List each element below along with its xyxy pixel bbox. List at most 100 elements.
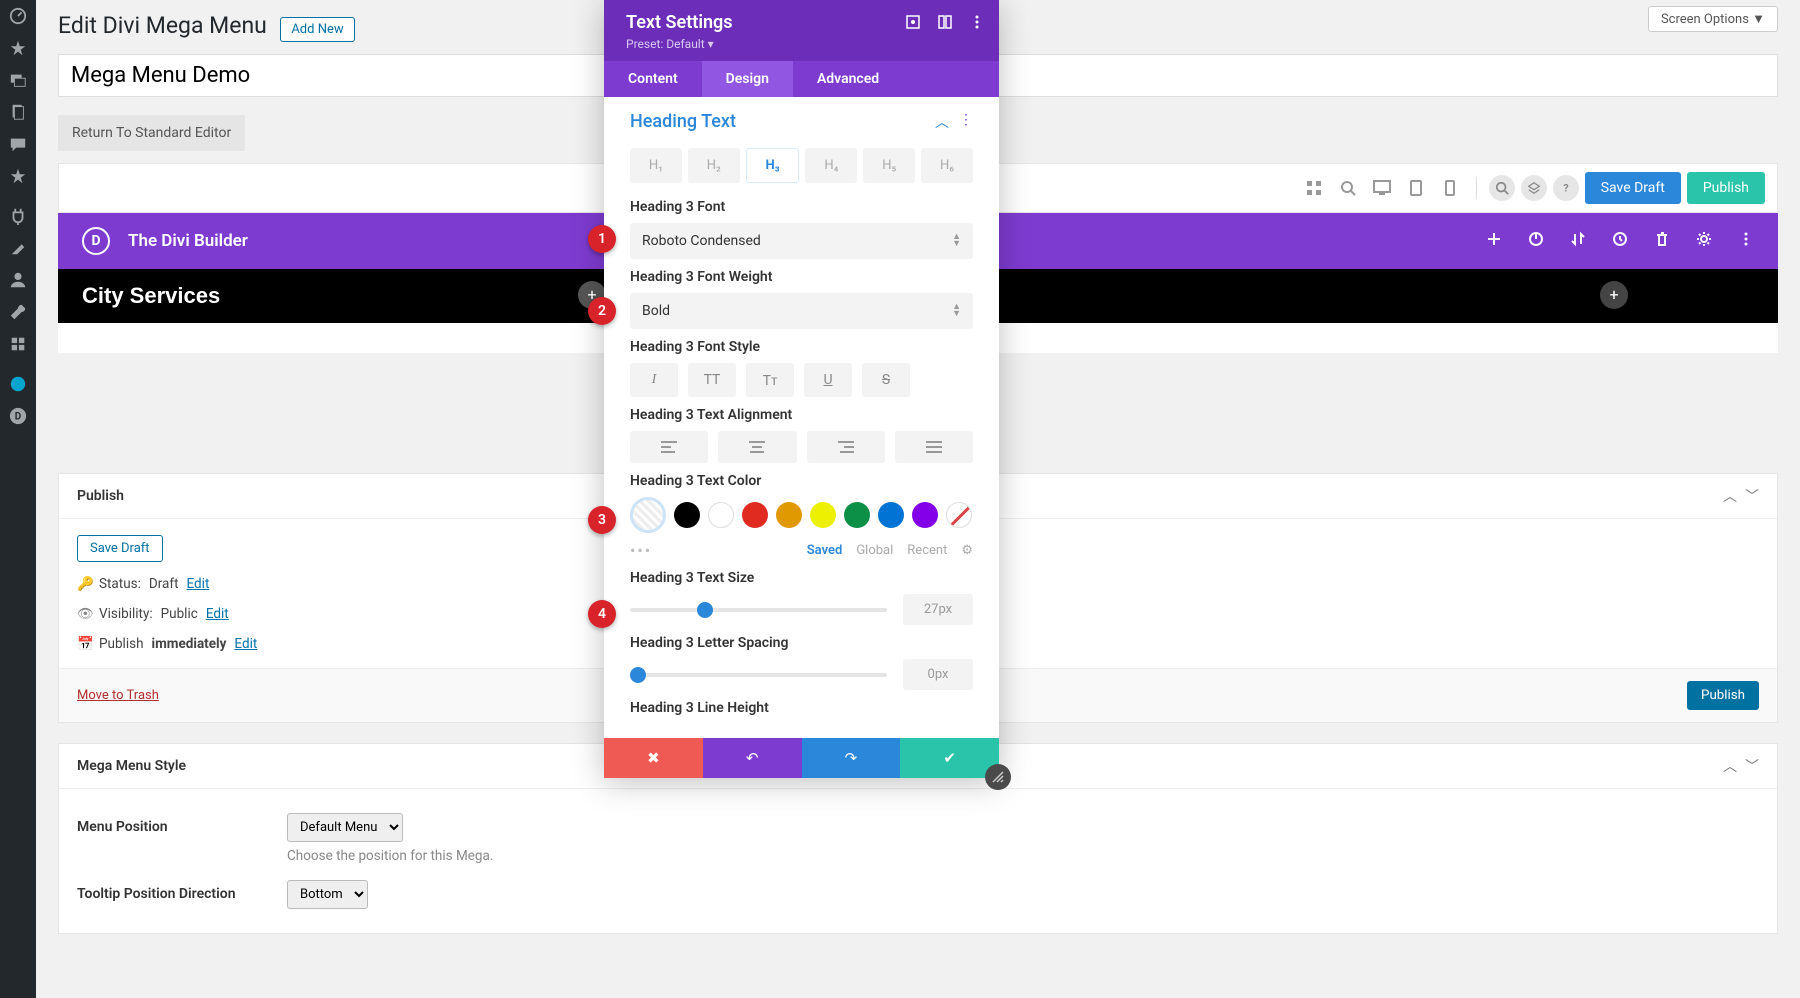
swatch-4[interactable]	[810, 502, 836, 528]
help-icon[interactable]: ?	[1553, 175, 1579, 201]
plugins-icon[interactable]	[0, 200, 36, 232]
heading-h1[interactable]: H₁	[630, 148, 682, 183]
swatch-5[interactable]	[844, 502, 870, 528]
phone-icon[interactable]	[1436, 174, 1464, 202]
users-icon[interactable]	[0, 264, 36, 296]
swatch-gear-icon[interactable]: ⚙	[961, 543, 973, 558]
search-circle-icon[interactable]	[1489, 175, 1515, 201]
swatch-tab-saved[interactable]: Saved	[807, 543, 843, 558]
swatch-tab-recent[interactable]: Recent	[907, 543, 947, 558]
undo-button[interactable]: ↶	[703, 738, 802, 778]
save-draft-button[interactable]: Save Draft	[1585, 172, 1681, 204]
zoom-icon[interactable]	[1334, 174, 1362, 202]
power-icon[interactable]	[1528, 231, 1544, 251]
swatch-current[interactable]	[630, 497, 666, 533]
metabox-collapse-up-icon[interactable]: ︿	[1723, 486, 1737, 506]
move-to-trash-link[interactable]: Move to Trash	[77, 688, 159, 703]
layers-icon[interactable]	[1521, 175, 1547, 201]
tools-icon[interactable]	[0, 296, 36, 328]
font-select[interactable]: Roboto Condensed▲▼	[630, 223, 973, 259]
toggle-heading-text[interactable]: Heading Text	[630, 111, 736, 132]
publish-button[interactable]: Publish	[1687, 172, 1765, 204]
style-italic-button[interactable]: I	[630, 363, 678, 397]
tablet-icon[interactable]	[1402, 174, 1430, 202]
colored-icon[interactable]	[0, 368, 36, 400]
align-center-button[interactable]	[718, 431, 796, 463]
appearance-icon[interactable]	[0, 232, 36, 264]
heading-h5[interactable]: H₅	[863, 148, 915, 183]
style-uppercase-button[interactable]: TT	[688, 363, 736, 397]
sort-icon[interactable]	[1570, 231, 1586, 251]
style-strike-button[interactable]: S	[862, 363, 910, 397]
swatch-tab-global[interactable]: Global	[856, 543, 893, 558]
size-value[interactable]: 27px	[903, 594, 973, 625]
screen-options-button[interactable]: Screen Options ▼	[1648, 6, 1778, 32]
swatch-more-icon[interactable]: •••	[630, 541, 652, 560]
comments-icon[interactable]	[0, 128, 36, 160]
tooltip-dir-select[interactable]: Bottom	[287, 880, 368, 909]
collapse-toggle-icon[interactable]: ︿	[935, 112, 949, 132]
publishbox-publish-button[interactable]: Publish	[1687, 681, 1759, 710]
swatch-2[interactable]	[742, 502, 768, 528]
add-module-right[interactable]: +	[1600, 281, 1628, 309]
heading-h2[interactable]: H₂	[688, 148, 740, 183]
menu-position-help: Choose the position for this Mega.	[287, 848, 493, 864]
toggle-menu-icon[interactable]: ⋮	[959, 112, 973, 132]
modal-preset[interactable]: Preset: Default ▾	[626, 37, 977, 51]
dashboard-icon[interactable]	[0, 0, 36, 32]
mms-collapse-up-icon[interactable]: ︿	[1723, 756, 1737, 776]
pages-icon[interactable]	[0, 96, 36, 128]
schedule-edit-link[interactable]: Edit	[234, 636, 257, 652]
spacing-value[interactable]: 0px	[903, 659, 973, 690]
trash-icon[interactable]	[1654, 231, 1670, 251]
confirm-button[interactable]: ✔	[900, 738, 999, 778]
add-new-button[interactable]: Add New	[280, 17, 354, 42]
swatch-none[interactable]	[946, 502, 972, 528]
align-right-button[interactable]	[807, 431, 885, 463]
add-icon[interactable]	[1486, 231, 1502, 251]
align-justify-button[interactable]	[895, 431, 973, 463]
divi-d-icon[interactable]: D	[0, 400, 36, 432]
menu-position-select[interactable]: Default Menu	[287, 813, 403, 842]
swatch-7[interactable]	[912, 502, 938, 528]
tab-advanced[interactable]: Advanced	[793, 61, 903, 97]
swatch-3[interactable]	[776, 502, 802, 528]
resize-handle-icon[interactable]	[985, 764, 1011, 790]
swatch-1[interactable]	[708, 502, 734, 528]
metabox-collapse-down-icon[interactable]: ﹀	[1745, 486, 1759, 506]
return-to-standard-editor-button[interactable]: Return To Standard Editor	[58, 115, 245, 151]
visibility-edit-link[interactable]: Edit	[206, 606, 229, 622]
tab-design[interactable]: Design	[702, 61, 793, 97]
focus-icon[interactable]	[905, 14, 921, 34]
grid-icon[interactable]	[1300, 174, 1328, 202]
redo-button[interactable]: ↷	[802, 738, 901, 778]
pin2-icon[interactable]	[0, 160, 36, 192]
desktop-icon[interactable]	[1368, 174, 1396, 202]
expand-icon[interactable]	[937, 14, 953, 34]
menu-dots-icon[interactable]	[1738, 231, 1754, 251]
clock-icon[interactable]	[1612, 231, 1628, 251]
tab-content[interactable]: Content	[604, 61, 702, 97]
gear-icon[interactable]	[1696, 231, 1712, 251]
pin-icon[interactable]	[0, 32, 36, 64]
media-icon[interactable]	[0, 64, 36, 96]
spacing-slider[interactable]	[630, 673, 887, 677]
settings-icon[interactable]	[0, 328, 36, 360]
heading-h4[interactable]: H₄	[805, 148, 857, 183]
align-left-button[interactable]	[630, 431, 708, 463]
modal-menu-icon[interactable]	[969, 14, 985, 34]
color-label: Heading 3 Text Color	[630, 473, 973, 489]
swatch-6[interactable]	[878, 502, 904, 528]
weight-select[interactable]: Bold▲▼	[630, 293, 973, 329]
swatch-0[interactable]	[674, 502, 700, 528]
heading-h3[interactable]: H₃	[746, 148, 800, 183]
mms-collapse-down-icon[interactable]: ﹀	[1745, 756, 1759, 776]
size-slider[interactable]	[630, 608, 887, 612]
heading-h6[interactable]: H₆	[921, 148, 973, 183]
cancel-button[interactable]: ✖	[604, 738, 703, 778]
style-underline-button[interactable]: U	[804, 363, 852, 397]
style-smallcaps-button[interactable]: Tᴛ	[746, 363, 794, 397]
status-edit-link[interactable]: Edit	[187, 576, 210, 592]
weight-label: Heading 3 Font Weight	[630, 269, 973, 285]
publishbox-save-draft-button[interactable]: Save Draft	[77, 535, 163, 562]
